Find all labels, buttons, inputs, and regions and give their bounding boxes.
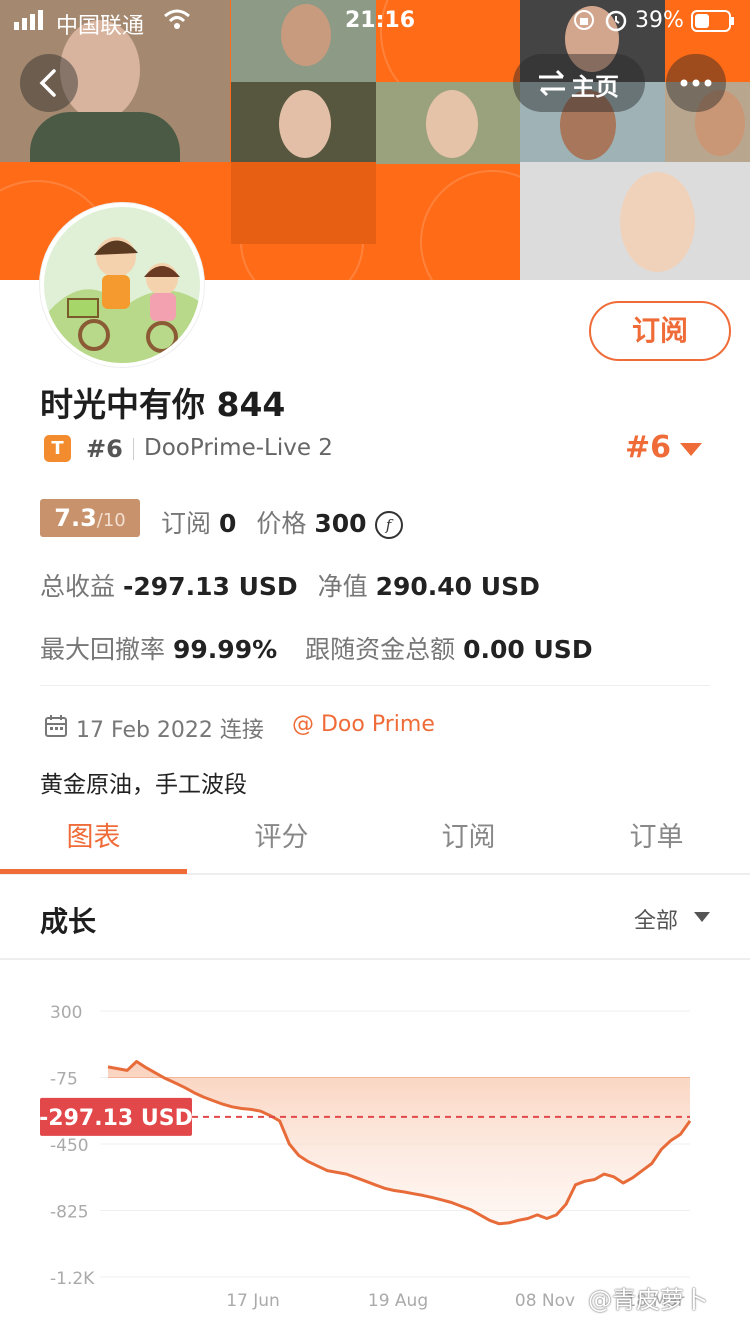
- score-max: /10: [96, 510, 126, 531]
- y-tick-label: -450: [50, 1136, 89, 1156]
- tab-orders[interactable]: 订单: [563, 815, 750, 854]
- user-photo-tile: [520, 162, 750, 280]
- coin-icon: f: [374, 511, 403, 539]
- rotation-lock-icon: [572, 8, 596, 38]
- tab-chart[interactable]: 图表: [0, 815, 187, 854]
- broker-link[interactable]: @ Doo Prime: [292, 712, 435, 737]
- battery-icon: [691, 10, 735, 38]
- follow-amount-value: 0.00 USD: [463, 635, 593, 664]
- total-profit-label: 总收益: [40, 572, 116, 601]
- rank-text: #6: [86, 435, 123, 463]
- series-area: [108, 1061, 690, 1224]
- current-value-badge: -297.13 USD: [39, 1097, 193, 1136]
- active-tab-indicator: [0, 869, 187, 874]
- divider: [40, 685, 710, 686]
- current-value-text: -297.13 USD: [39, 1106, 193, 1131]
- x-tick-label: 17 Jun: [226, 1291, 280, 1311]
- y-tick-label: 300: [50, 1003, 82, 1023]
- strategy-description: 黄金原油，手工波段: [40, 772, 247, 798]
- calendar-icon: [44, 714, 68, 744]
- back-button[interactable]: [20, 54, 78, 112]
- swap-arrows-icon: [539, 69, 565, 97]
- tab-rating[interactable]: 评分: [188, 815, 375, 854]
- y-tick-label: -825: [50, 1203, 89, 1223]
- watermark-text: @青皮萝卜: [588, 1286, 708, 1314]
- carrier-name: 中国联通: [56, 14, 145, 39]
- score-badge: 7.3/10: [40, 499, 140, 537]
- status-bar: 中国联通 21:16 39%: [0, 0, 750, 44]
- chevron-left-icon: [39, 69, 56, 97]
- more-button[interactable]: [666, 54, 726, 112]
- x-tick-label: 08 Nov: [515, 1291, 575, 1311]
- stats-row-profit: 总收益 -297.13 USD 净值 290.40 USD: [40, 567, 552, 603]
- clock-time: 21:16: [345, 8, 416, 33]
- cartoon-avatar-icon: [44, 207, 200, 363]
- subs-value: 0: [219, 509, 237, 538]
- net-value-label: 净值: [317, 572, 368, 601]
- caret-down-icon[interactable]: [680, 443, 702, 456]
- x-tick-label: 19 Aug: [368, 1291, 428, 1311]
- connect-date: 17 Feb 2022 连接: [76, 718, 264, 743]
- subscribe-button[interactable]: 订阅: [589, 301, 731, 361]
- user-photo-tile: [376, 82, 521, 164]
- section-title: 成长: [40, 905, 97, 938]
- tab-subscriptions[interactable]: 订阅: [375, 815, 562, 854]
- rank-selector[interactable]: #6: [625, 430, 671, 465]
- y-tick-label: -1.2K: [50, 1269, 95, 1289]
- alarm-icon: [604, 8, 628, 38]
- drawdown-value: 99.99%: [173, 635, 278, 664]
- avatar[interactable]: [40, 203, 204, 367]
- battery-percent: 39%: [635, 8, 684, 33]
- tier-badge: T: [44, 435, 71, 462]
- signal-icon: [14, 10, 48, 36]
- home-button[interactable]: 主页: [513, 54, 645, 112]
- server-name: DooPrime-Live 2: [144, 435, 333, 461]
- trader-name: 时光中有你 844: [40, 385, 286, 424]
- score-value: 7.3: [54, 504, 97, 532]
- follow-amount-label: 跟随资金总额: [305, 635, 456, 664]
- user-photo-tile: [231, 82, 376, 164]
- total-profit-value: -297.13 USD: [123, 572, 298, 601]
- range-filter[interactable]: 全部: [634, 903, 678, 935]
- home-label: 主页: [571, 73, 619, 101]
- caret-down-icon[interactable]: [694, 912, 710, 922]
- growth-chart: 300-75-450-825-1.2K 17 Jun 19 Aug 08 Nov 18…: [39, 1003, 692, 1311]
- stats-row-drawdown: 最大回撤率 99.99% 跟随资金总额 0.00 USD: [40, 630, 605, 666]
- price-label: 价格: [256, 509, 307, 538]
- y-tick-label: -75: [50, 1070, 78, 1090]
- drawdown-label: 最大回撤率: [40, 635, 166, 664]
- price-value: 300: [314, 509, 367, 538]
- wifi-icon: [163, 8, 191, 36]
- net-value: 290.40 USD: [375, 572, 540, 601]
- more-dots-icon: [680, 79, 712, 87]
- stats-row-subs: 订阅 0 价格 300 f: [161, 504, 403, 540]
- divider: [133, 438, 134, 460]
- subs-label: 订阅: [161, 509, 212, 538]
